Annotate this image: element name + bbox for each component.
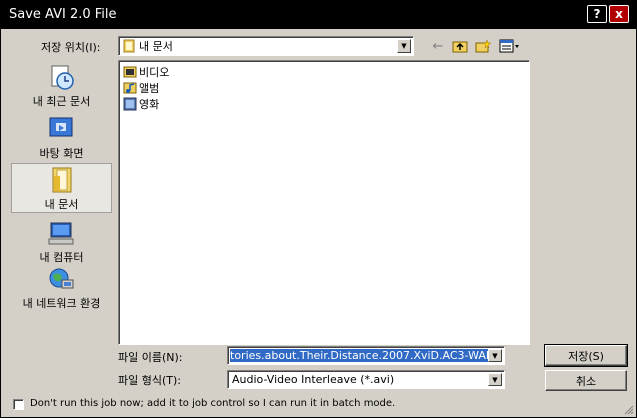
file-name: 앨범 bbox=[139, 81, 160, 95]
save-in-value: 내 문서 bbox=[139, 40, 173, 53]
save-in-dropdown[interactable]: 내 문서 ▼ bbox=[118, 36, 414, 56]
list-item[interactable]: 비디오 bbox=[123, 64, 169, 79]
movie-folder-icon bbox=[123, 97, 137, 110]
save-in-label: 저장 위치(I): bbox=[41, 41, 101, 54]
help-button[interactable]: ? bbox=[587, 5, 607, 23]
view-menu-icon[interactable] bbox=[498, 38, 522, 54]
places-bar: 내 최근 문서 바탕 화면 내 문서 내 컴퓨터 내 네트워크 환경 bbox=[11, 59, 112, 346]
place-label: 내 네트워크 환경 bbox=[22, 297, 101, 310]
chevron-down-icon[interactable]: ▼ bbox=[397, 39, 411, 53]
folder-icon bbox=[123, 39, 135, 53]
list-item[interactable]: 앨범 bbox=[123, 80, 159, 95]
resize-grip-icon[interactable] bbox=[622, 403, 634, 415]
list-item[interactable]: 영화 bbox=[123, 96, 159, 111]
filetype-dropdown[interactable]: Audio-Video Interleave (*.avi) ▼ bbox=[227, 370, 505, 389]
file-name: 영화 bbox=[139, 97, 160, 111]
place-label: 바탕 화면 bbox=[39, 147, 84, 160]
cancel-button-label: 취소 bbox=[575, 374, 597, 388]
close-button[interactable]: x bbox=[609, 5, 629, 23]
title-bar: Save AVI 2.0 File ? x bbox=[1, 1, 636, 29]
window-title: Save AVI 2.0 File bbox=[9, 7, 117, 22]
place-my-documents[interactable]: 내 문서 bbox=[11, 163, 112, 213]
my-network-places-icon bbox=[49, 268, 74, 289]
place-label: 내 최근 문서 bbox=[32, 95, 91, 108]
recent-documents-icon bbox=[51, 65, 74, 90]
my-computer-icon bbox=[48, 222, 74, 245]
place-my-computer[interactable]: 내 컴퓨터 bbox=[11, 217, 112, 267]
desktop-icon bbox=[49, 117, 73, 137]
cancel-button[interactable]: 취소 bbox=[545, 370, 627, 391]
filetype-label: 파일 형식(T): bbox=[118, 374, 181, 387]
new-folder-icon[interactable] bbox=[474, 38, 492, 54]
help-icon: ? bbox=[593, 7, 601, 21]
close-icon: x bbox=[615, 7, 623, 21]
video-folder-icon bbox=[123, 66, 137, 77]
place-desktop[interactable]: 바탕 화면 bbox=[11, 113, 112, 163]
filename-value: tories.about.Their.Distance.2007.XviD.AC… bbox=[230, 349, 488, 362]
up-folder-icon[interactable] bbox=[451, 38, 469, 54]
music-folder-icon bbox=[123, 82, 137, 93]
place-recent-documents[interactable]: 내 최근 문서 bbox=[11, 61, 112, 111]
chevron-down-icon[interactable]: ▼ bbox=[488, 349, 502, 362]
batch-mode-label: Don't run this job now; add it to job co… bbox=[30, 398, 396, 409]
save-button-label: 저장(S) bbox=[568, 349, 604, 363]
save-dialog: Save AVI 2.0 File ? x 저장 위치(I): 내 문서 ▼ ← bbox=[0, 0, 637, 418]
place-label: 내 문서 bbox=[44, 198, 79, 211]
batch-mode-checkbox[interactable] bbox=[13, 399, 24, 410]
file-name: 비디오 bbox=[139, 65, 170, 79]
file-list[interactable]: 비디오 앨범 영화 bbox=[118, 60, 530, 345]
back-arrow-icon[interactable]: ← bbox=[430, 38, 446, 54]
filename-label: 파일 이름(N): bbox=[118, 351, 183, 364]
chevron-down-icon[interactable]: ▼ bbox=[488, 373, 502, 386]
save-button[interactable]: 저장(S) bbox=[544, 344, 628, 367]
filename-input[interactable]: tories.about.Their.Distance.2007.XviD.AC… bbox=[227, 346, 505, 365]
filetype-value: Audio-Video Interleave (*.avi) bbox=[232, 373, 395, 386]
place-network[interactable]: 내 네트워크 환경 bbox=[11, 263, 112, 313]
my-documents-icon bbox=[52, 167, 72, 193]
